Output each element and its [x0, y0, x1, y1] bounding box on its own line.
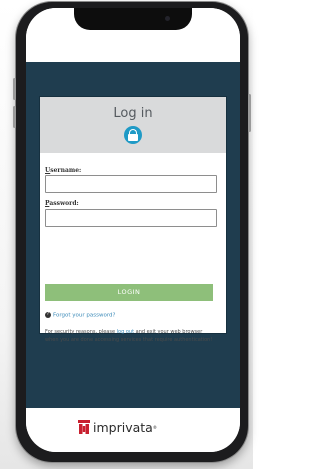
lock-body [128, 134, 138, 141]
forgot-password-link-row: ? Forgot your password? [45, 312, 115, 319]
volume-button [13, 106, 16, 128]
username-label: Username: [45, 167, 82, 174]
phone-notch [74, 8, 192, 30]
password-field[interactable] [45, 209, 217, 227]
security-notice: For security reasons, please log out and… [45, 329, 213, 343]
username-field[interactable] [45, 175, 217, 193]
brand-footer: imprivata ® [26, 408, 240, 452]
login-card: Log in Username: Password: LOGIN ? Forgot… [40, 97, 226, 343]
imprivata-brand: imprivata ® [78, 419, 157, 435]
password-label: Password: [45, 200, 79, 207]
brand-trademark: ® [152, 424, 157, 430]
phone-screen: Log in Username: Password: LOGIN ? Forgot… [26, 8, 240, 452]
volume-button [13, 78, 16, 100]
login-button[interactable]: LOGIN [45, 284, 213, 301]
forgot-password-link[interactable]: Forgot your password? [53, 313, 115, 319]
imprivata-logo-icon [78, 420, 90, 434]
lock-icon [124, 126, 142, 144]
question-circle-icon: ? [45, 312, 51, 318]
brand-name: imprivata [93, 419, 153, 435]
logout-link[interactable]: log out [117, 329, 134, 335]
login-title: Log in [113, 106, 153, 121]
login-card-header: Log in [40, 97, 226, 153]
login-page-background: Log in Username: Password: LOGIN ? Forgot… [26, 62, 240, 408]
camera-icon [165, 16, 170, 21]
power-button [248, 94, 251, 132]
